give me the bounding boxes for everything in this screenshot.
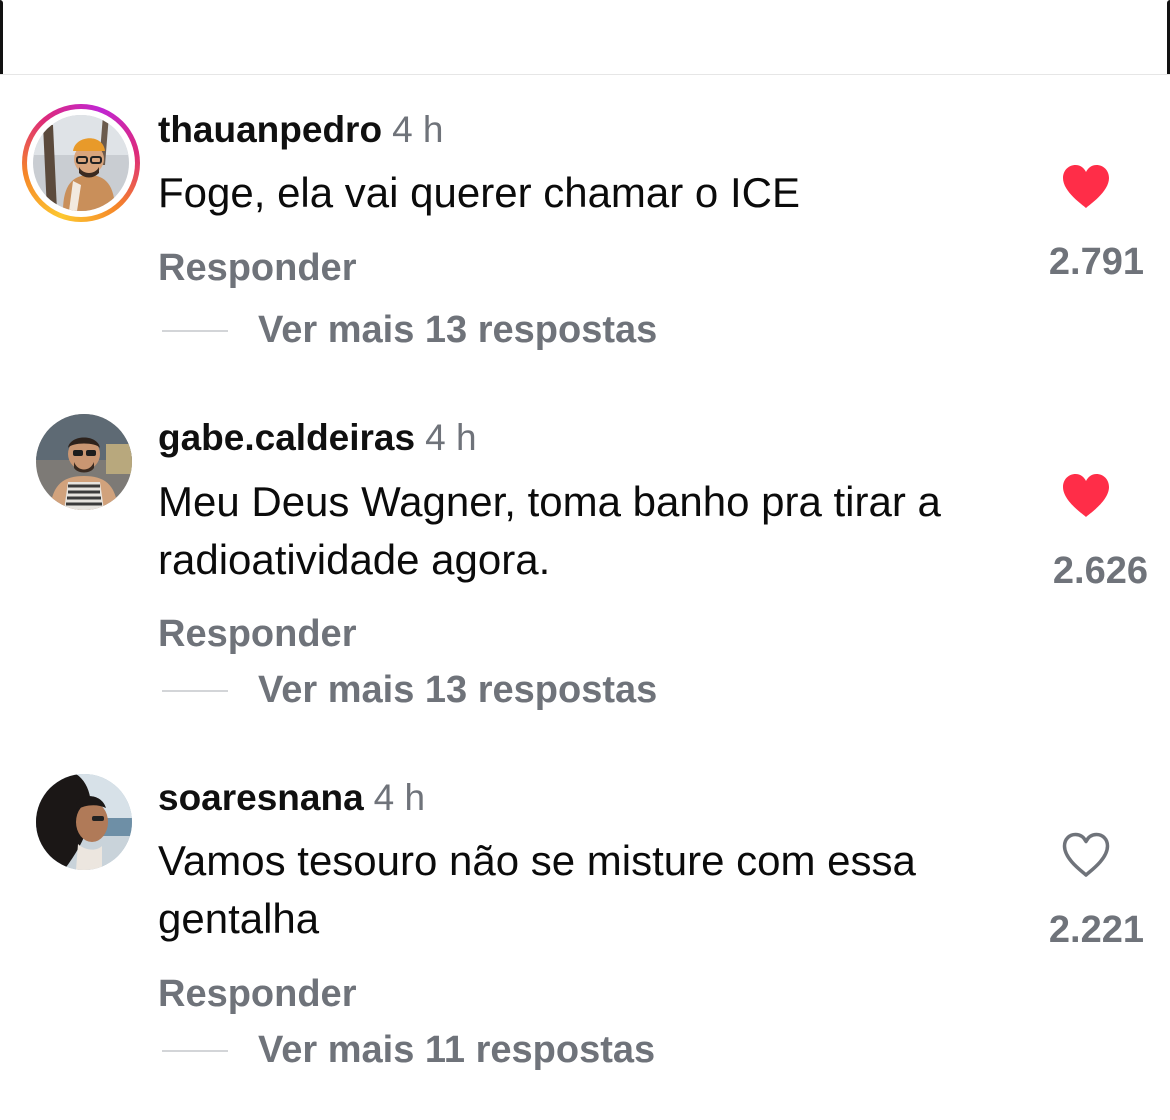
comment-text: Meu Deus Wagner, toma banho pra tirar a … <box>158 478 941 583</box>
replies-divider <box>162 330 228 332</box>
timestamp: 4 h <box>425 417 477 458</box>
comment-header: gabe.caldeiras 4 h <box>158 416 477 460</box>
username[interactable]: soaresnana <box>158 777 364 818</box>
heart-filled-icon[interactable] <box>1061 473 1111 519</box>
view-more-replies-button[interactable]: Ver mais 13 respostas <box>258 308 657 352</box>
username[interactable]: thauanpedro <box>158 109 382 150</box>
like-count: 2.791 <box>1048 241 1144 283</box>
timestamp: 4 h <box>392 109 444 150</box>
avatar-story-ring[interactable] <box>22 104 140 222</box>
avatar <box>33 115 129 211</box>
replies-divider <box>162 690 228 692</box>
avatar[interactable] <box>36 774 132 870</box>
like-count: 2.626 <box>1052 550 1148 592</box>
heart-outline-icon[interactable] <box>1061 832 1111 878</box>
heart-filled-icon[interactable] <box>1061 164 1111 210</box>
view-more-replies-button[interactable]: Ver mais 13 respostas <box>258 668 657 712</box>
comment-text: Vamos tesouro não se misture com essa ge… <box>158 837 916 942</box>
timestamp: 4 h <box>373 777 426 818</box>
sheet-header <box>0 0 1170 75</box>
reply-button[interactable]: Responder <box>158 972 356 1016</box>
like-count: 2.221 <box>1048 909 1144 951</box>
avatar[interactable] <box>36 414 132 510</box>
reply-button[interactable]: Responder <box>158 612 356 656</box>
comment-text: Foge, ela vai querer chamar o ICE <box>158 169 800 216</box>
comment-header: thauanpedro 4 h <box>158 108 444 152</box>
reply-button[interactable]: Responder <box>158 246 356 290</box>
comment-header: soaresnana 4 h <box>158 776 425 820</box>
username[interactable]: gabe.caldeiras <box>158 417 415 458</box>
view-more-replies-button[interactable]: Ver mais 11 respostas <box>258 1028 655 1072</box>
sheet-edge-left <box>0 0 3 74</box>
replies-divider <box>162 1050 228 1052</box>
